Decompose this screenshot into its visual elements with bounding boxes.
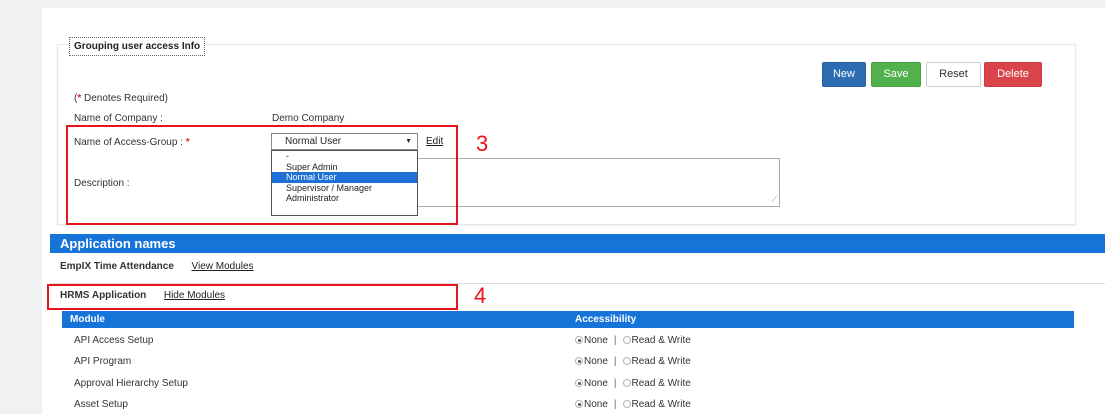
module-name: API Access Setup [74,335,154,346]
module-name: Asset Setup [74,399,128,410]
resize-grip-icon[interactable]: ⟋ [771,195,777,205]
application-row: EmpIX Time Attendance View Modules [60,261,254,272]
annotation-box-3 [66,125,458,225]
delete-button[interactable]: Delete [984,62,1042,87]
accessibility-options: None | Read & Write [575,356,691,367]
company-value: Demo Company [272,113,345,124]
module-table-header: Module Accessibility [62,311,1074,328]
view-modules-link[interactable]: View Modules [191,261,253,272]
annotation-box-4 [47,284,458,310]
module-name: Approval Hierarchy Setup [74,378,188,389]
new-button[interactable]: New [822,62,866,87]
column-header-accessibility: Accessibility [575,314,637,325]
radio-none[interactable] [575,336,583,344]
annotation-label-3: 3 [476,131,489,156]
application-names-header: Application names [50,234,1105,253]
annotation-label-4: 4 [474,283,487,308]
module-name: API Program [74,356,132,367]
radio-read-write[interactable] [622,400,631,408]
accessibility-options: None | Read & Write [575,399,691,410]
company-label: Name of Company : [74,113,163,124]
required-note: (* Denotes Required) [74,93,168,104]
radio-read-write[interactable] [622,357,631,365]
radio-read-write[interactable] [622,379,631,387]
radio-none[interactable] [575,379,583,387]
radio-none[interactable] [575,400,583,408]
form-legend: Grouping user access Info [69,37,206,56]
accessibility-options: None | Read & Write [575,378,691,389]
page: Grouping user access Info New Save Reset… [0,0,1105,414]
column-header-module: Module [70,314,105,325]
application-name: EmpIX Time Attendance [60,261,174,272]
save-button[interactable]: Save [871,62,921,87]
radio-none[interactable] [575,357,583,365]
reset-button[interactable]: Reset [926,62,981,87]
accessibility-options: None | Read & Write [575,335,691,346]
radio-read-write[interactable] [622,336,631,344]
